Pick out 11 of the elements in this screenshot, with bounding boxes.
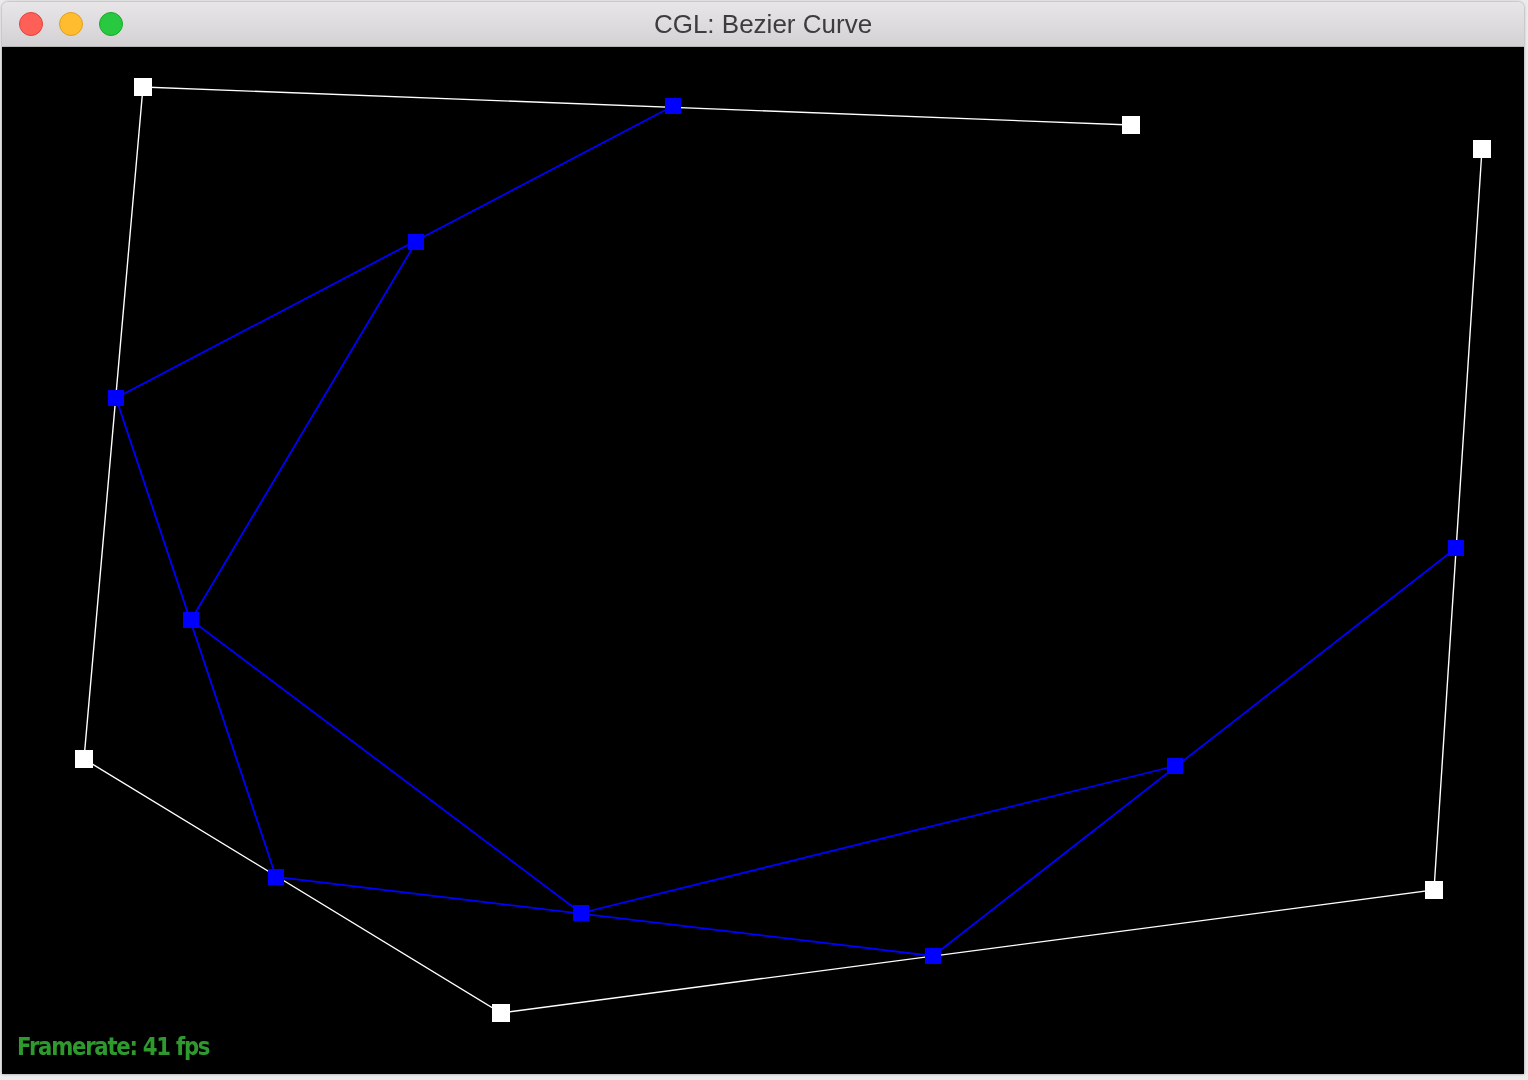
control-point[interactable] xyxy=(1122,116,1140,134)
control-point[interactable] xyxy=(134,78,152,96)
window-title: CGL: Bezier Curve xyxy=(653,8,873,40)
zoom-button[interactable] xyxy=(99,12,123,36)
close-button[interactable] xyxy=(19,12,43,36)
control-point[interactable] xyxy=(1473,140,1491,158)
control-point[interactable] xyxy=(492,1004,510,1022)
minimize-button[interactable] xyxy=(59,12,83,36)
control-point[interactable] xyxy=(75,750,93,768)
control-point[interactable] xyxy=(1425,881,1443,899)
framerate-label: Framerate: 41 fps xyxy=(17,1032,210,1061)
